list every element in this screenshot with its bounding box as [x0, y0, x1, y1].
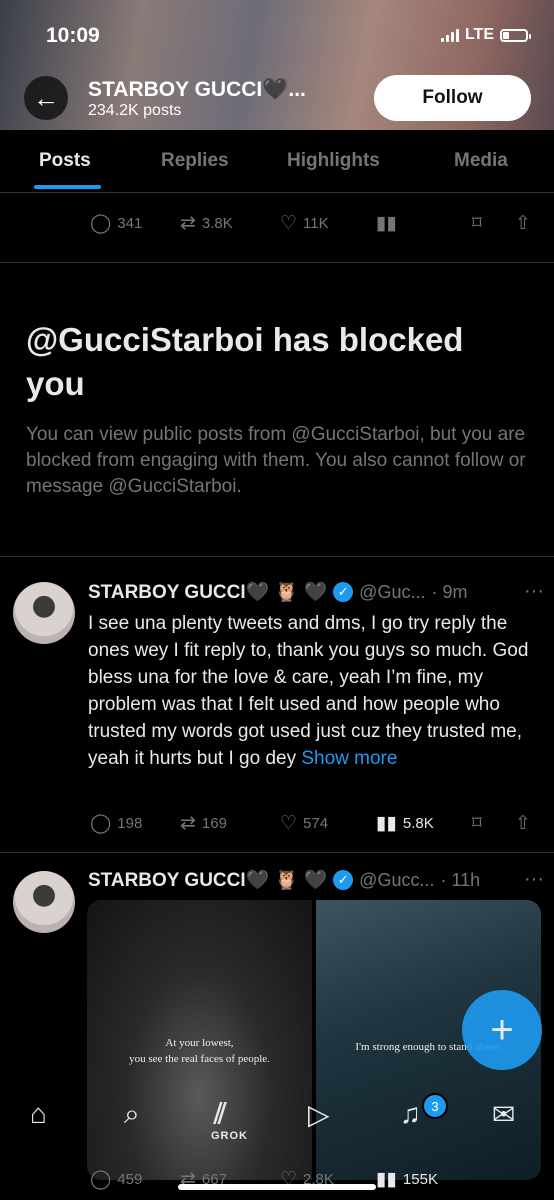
- profile-tabs: Posts Replies Highlights Media: [0, 130, 554, 193]
- tweet-text: I see una plenty tweets and dms, I go tr…: [88, 610, 538, 772]
- back-button[interactable]: ←: [24, 76, 68, 120]
- bottom-navigation: ⌂ ⌕ ⫽ GROK ▷ ♫ ✉: [0, 1082, 554, 1152]
- verified-badge-icon: ✓: [333, 870, 354, 890]
- share-icon: ⇧: [515, 212, 531, 234]
- reply-button[interactable]: ◯ 459: [90, 1168, 142, 1191]
- notification-badge: 3: [422, 1093, 448, 1119]
- battery-icon: [500, 28, 531, 42]
- divider: [0, 556, 554, 557]
- more-options-icon[interactable]: ···: [524, 868, 544, 891]
- status-time: 10:09: [46, 24, 100, 47]
- view-count: 155K: [402, 1170, 438, 1188]
- reply-count: 341: [117, 214, 143, 232]
- verified-badge-icon: ✓: [333, 582, 354, 602]
- heart-icon: ♡: [280, 212, 298, 234]
- repost-count: 3.8K: [201, 214, 233, 232]
- repost-button[interactable]: ⇄ 3.8K: [180, 212, 233, 235]
- like-button[interactable]: ♡ 574: [280, 812, 328, 835]
- home-icon[interactable]: ⌂: [30, 1098, 47, 1130]
- comment-icon: ◯: [90, 812, 112, 834]
- follow-button[interactable]: Follow: [374, 75, 531, 121]
- image-caption: you see the real faces of people.: [129, 1053, 270, 1065]
- bookmark-button[interactable]: ⌑: [472, 812, 482, 835]
- tweet-time: · 11h: [440, 869, 481, 890]
- comment-icon: ◯: [90, 212, 112, 234]
- plus-icon: +: [490, 1007, 514, 1052]
- reply-button[interactable]: ◯ 341: [90, 212, 142, 235]
- bookmark-icon: ⌑: [472, 812, 482, 834]
- repost-icon: ⇄: [180, 812, 196, 834]
- author-name[interactable]: STARBOY GUCCI🖤 🦉 🖤: [88, 868, 327, 892]
- views-button[interactable]: ▮▮ 155K: [376, 1168, 438, 1191]
- analytics-icon: ▮▮: [376, 212, 397, 234]
- reply-count: 459: [117, 1170, 143, 1188]
- share-icon: ⇧: [515, 812, 531, 834]
- image-caption: At your lowest,: [165, 1037, 234, 1049]
- author-handle[interactable]: @Gucc...: [359, 870, 434, 891]
- bookmark-button[interactable]: ⌑: [472, 212, 482, 235]
- author-name[interactable]: STARBOY GUCCI🖤 🦉 🖤: [88, 580, 327, 604]
- tweet-body-text: I see una plenty tweets and dms, I go tr…: [88, 613, 529, 769]
- mail-icon[interactable]: ✉: [492, 1098, 515, 1131]
- compose-post-button[interactable]: +: [462, 990, 542, 1070]
- avatar[interactable]: [13, 582, 75, 644]
- tweet-time: · 9m: [431, 581, 468, 602]
- comment-icon: ◯: [90, 1168, 112, 1190]
- like-button[interactable]: ♡ 11K: [280, 212, 329, 235]
- analytics-icon: ▮▮: [376, 812, 397, 834]
- show-more-link[interactable]: Show more: [301, 748, 397, 769]
- more-options-icon[interactable]: ···: [524, 580, 544, 603]
- like-count: 11K: [303, 214, 329, 232]
- tab-media[interactable]: Media: [454, 150, 508, 172]
- search-icon[interactable]: ⌕: [124, 1098, 140, 1131]
- views-button[interactable]: ▮▮ 5.8K: [376, 812, 434, 835]
- share-button[interactable]: ⇧: [515, 812, 531, 835]
- tab-highlights[interactable]: Highlights: [287, 150, 380, 172]
- arrow-left-icon: ←: [33, 82, 59, 113]
- grok-icon[interactable]: ⫽: [214, 1098, 227, 1131]
- active-tab-indicator: [34, 185, 101, 189]
- bell-icon[interactable]: ♫: [400, 1098, 421, 1130]
- profile-name: STARBOY GUCCI🖤...: [88, 78, 306, 101]
- like-count: 574: [303, 814, 329, 832]
- reply-button[interactable]: ◯ 198: [90, 812, 142, 835]
- posts-count: 234.2K posts: [88, 102, 182, 119]
- bookmark-icon: ⌑: [472, 212, 482, 234]
- grok-label: GROK: [211, 1130, 248, 1142]
- views-button[interactable]: ▮▮: [376, 212, 397, 235]
- divider: [0, 852, 554, 853]
- tweet-header: STARBOY GUCCI🖤 🦉 🖤 ✓ @Guc... · 9m: [88, 580, 538, 604]
- author-handle[interactable]: @Guc...: [359, 582, 425, 603]
- reply-count: 198: [117, 814, 143, 832]
- divider: [0, 262, 554, 263]
- prev-tweet-actions: ◯ 341 ⇄ 3.8K ♡ 11K ▮▮ ⌑ ⇧: [0, 208, 554, 238]
- avatar[interactable]: [13, 871, 75, 933]
- blocked-title: @GucciStarboi has blocked you: [26, 321, 464, 402]
- tab-replies[interactable]: Replies: [161, 150, 229, 172]
- analytics-icon: ▮▮: [376, 1168, 397, 1190]
- view-count: 5.8K: [402, 814, 434, 832]
- tweet-actions: ◯ 198 ⇄ 169 ♡ 574 ▮▮ 5.8K ⌑ ⇧: [0, 808, 554, 838]
- signal-icon: [440, 28, 459, 42]
- heart-icon: ♡: [280, 812, 298, 834]
- repost-icon: ⇄: [180, 212, 196, 234]
- home-indicator: [178, 1184, 376, 1190]
- blocked-description: You can view public posts from @GucciSta…: [26, 424, 526, 497]
- repost-button[interactable]: ⇄ 169: [180, 812, 227, 835]
- network-label: LTE: [464, 26, 494, 43]
- video-play-icon[interactable]: ▷: [308, 1098, 330, 1131]
- status-indicators: LTE: [440, 26, 531, 44]
- tweet-header: STARBOY GUCCI🖤 🦉 🖤 ✓ @Gucc... · 11h: [88, 868, 538, 892]
- share-button[interactable]: ⇧: [515, 212, 531, 235]
- repost-count: 169: [201, 814, 227, 832]
- tab-posts[interactable]: Posts: [39, 150, 91, 172]
